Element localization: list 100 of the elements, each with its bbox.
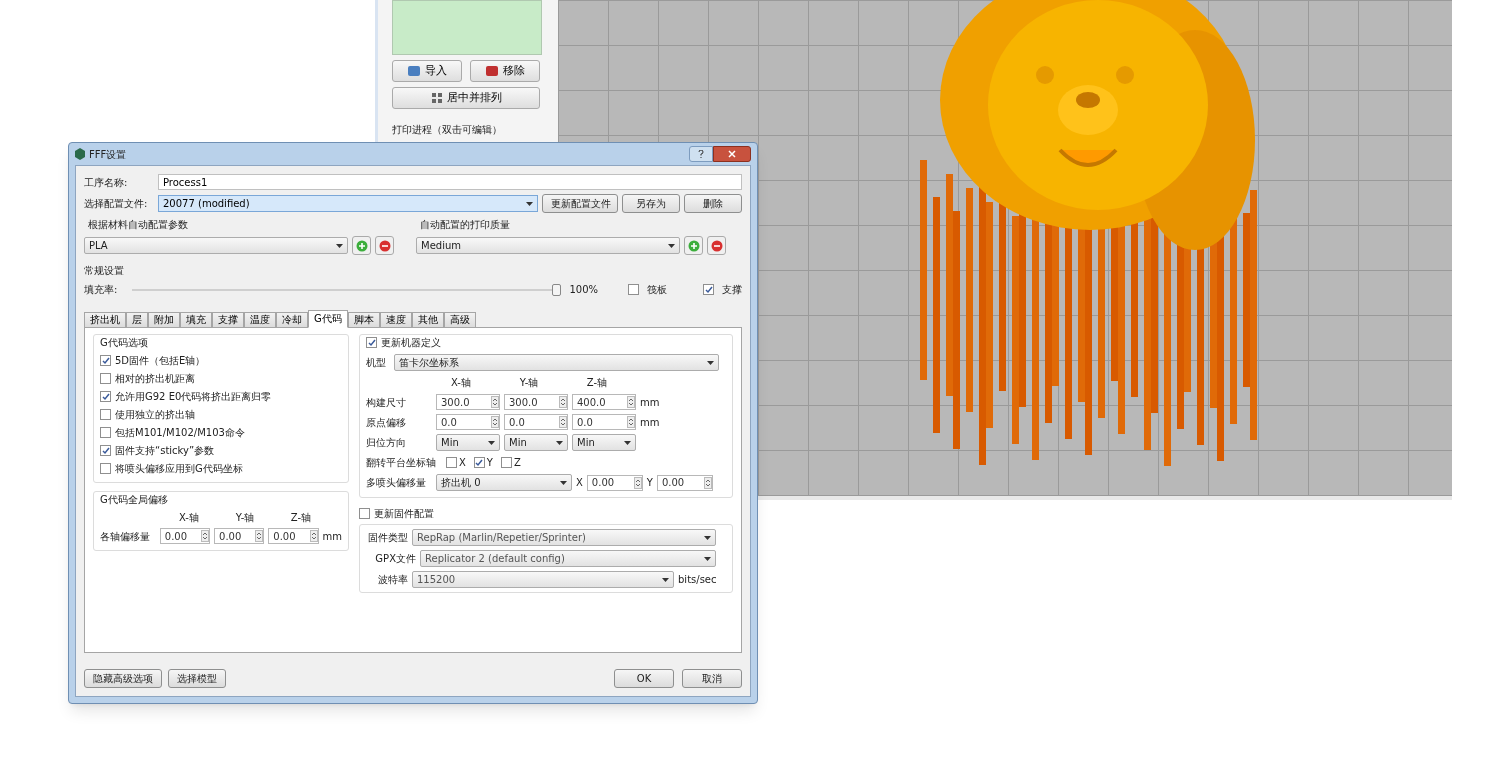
settings-tab[interactable]: G代码 [308,310,348,328]
help-button[interactable] [689,146,713,162]
spin-field[interactable]: 300.0 [504,394,568,410]
infill-slider[interactable] [132,283,562,296]
checkbox[interactable] [100,427,111,438]
spin-field[interactable]: 0.0 [572,414,636,430]
checkbox[interactable] [500,457,512,468]
dropdown-arrow-icon [488,440,495,445]
axis-label: Y [646,476,653,490]
group-title: G代码选项 [100,336,149,350]
settings-tab[interactable]: 温度 [244,312,276,328]
option-label: 将喷头偏移应用到G代码坐标 [115,462,243,476]
dropdown-arrow-icon [526,201,533,206]
group-title: 更新机器定义 [381,336,441,350]
dropdown-arrow-icon [560,480,567,485]
panel-button[interactable]: 移除 [470,60,540,82]
spin-arrows-icon [491,396,499,408]
axis-label: X [576,476,583,490]
check-icon [101,446,110,455]
spin-field[interactable]: 300.0 [436,394,500,410]
process-name-field[interactable]: Process1 [158,174,742,190]
spin-field[interactable]: 0.00 [214,528,265,544]
spin-arrows-icon [559,396,567,408]
section-title: 常规设置 [84,264,125,278]
spin-arrows-icon [255,530,264,542]
checkbox[interactable] [703,284,714,295]
checkbox[interactable] [100,445,111,456]
quality-select[interactable]: Medium [416,237,680,254]
checkbox[interactable] [100,391,111,402]
profile-button[interactable]: 删除 [684,194,742,213]
arrange-button[interactable]: 居中并排列 [392,87,540,109]
spin-arrows-icon [491,416,499,428]
axis-label: Y-轴 [234,511,256,525]
spin-arrows-icon [309,530,318,542]
check-icon [101,356,110,365]
settings-tab[interactable]: 速度 [379,312,412,328]
remove-button[interactable] [707,236,726,255]
ok-button[interactable]: OK [614,669,674,688]
panel-button[interactable]: 导入 [392,60,462,82]
check-icon [367,338,376,347]
settings-tab[interactable]: 挤出机 [84,312,126,328]
homing-select[interactable]: Min [572,434,636,451]
footer-button[interactable]: 隐藏高级选项 [84,669,162,688]
add-button[interactable] [352,236,371,255]
firmware-select[interactable]: Replicator 2 (default config) [420,550,716,567]
machine-type-select[interactable]: 笛卡尔坐标系 [394,354,719,371]
checkbox[interactable] [100,373,111,384]
unit-label: mm [322,529,342,544]
remove-button[interactable] [375,236,394,255]
label: 机型 [366,356,387,370]
remove-icon [485,65,499,77]
add-button[interactable] [684,236,703,255]
spin-field[interactable]: 0.00 [159,528,211,544]
checkbox[interactable] [446,457,457,468]
settings-tab[interactable]: 支撑 [212,312,244,328]
homing-select[interactable]: Min [436,434,500,451]
settings-tab[interactable]: 其他 [411,312,444,328]
spin-field[interactable]: 0.00 [656,474,713,491]
settings-tab[interactable]: 脚本 [347,312,380,328]
checkbox[interactable] [100,463,111,474]
settings-tab[interactable]: 填充 [180,312,212,328]
label: 多喷头偏移量 [366,476,427,490]
profile-select[interactable]: 20077 (modified) [158,195,538,212]
slider-thumb[interactable] [552,283,562,296]
cancel-button[interactable]: 取消 [682,669,742,688]
spin-field[interactable]: 0.00 [586,474,643,491]
label: 构建尺寸 [366,395,407,410]
homing-select[interactable]: Min [504,434,568,451]
profile-button[interactable]: 更新配置文件 [542,194,618,213]
label: 筏板 [647,283,667,297]
spin-field[interactable]: 400.0 [572,394,636,410]
spin-field[interactable]: 0.0 [504,414,568,430]
option-label: 包括M101/M102/M103命令 [115,426,245,440]
label: 选择配置文件: [84,197,149,211]
checkbox[interactable] [473,457,485,468]
extruder-select[interactable]: 挤出机 0 [436,474,572,491]
spin-field[interactable]: 0.0 [436,414,500,430]
plus-icon [687,239,700,252]
axis-label: X-轴 [450,376,472,390]
checkbox[interactable] [100,409,111,420]
settings-tab[interactable]: 层 [126,312,148,328]
profile-button[interactable]: 另存为 [622,194,680,213]
checkbox[interactable] [366,337,377,348]
firmware-select[interactable]: 115200 [412,571,674,588]
settings-tab[interactable]: 冷却 [276,312,308,328]
checkbox[interactable] [359,508,370,519]
firmware-select[interactable]: RepRap (Marlin/Repetier/Sprinter) [412,529,716,546]
spin-field[interactable]: 0.00 [268,528,319,544]
spin-arrows-icon [633,476,642,489]
material-select[interactable]: PLA [84,237,348,254]
label: 翻转平台坐标轴 [366,456,437,470]
settings-tab[interactable]: 高级 [443,312,476,328]
settings-tab[interactable]: 附加 [148,312,180,328]
checkbox[interactable] [628,284,639,295]
dropdown-arrow-icon [336,243,343,248]
checkbox[interactable] [100,355,111,366]
close-button[interactable] [713,146,751,162]
label: 填充率: [84,283,119,297]
axis-label: Y [486,456,493,470]
footer-button[interactable]: 选择模型 [168,669,226,688]
